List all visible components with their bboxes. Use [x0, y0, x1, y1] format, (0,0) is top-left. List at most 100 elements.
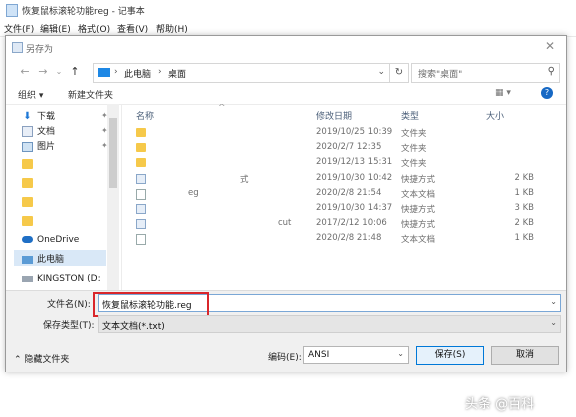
- table-row[interactable]: 2020/2/7 12:35 文件夹: [122, 141, 562, 154]
- computer-icon: [98, 68, 110, 77]
- drive-icon: [22, 275, 33, 282]
- help-icon[interactable]: ?: [541, 87, 553, 99]
- organize-button[interactable]: 组织 ▾: [18, 88, 43, 101]
- cell-type: 文件夹: [401, 159, 427, 170]
- hide-folders-toggle[interactable]: ⌃ 隐藏文件夹: [14, 352, 69, 365]
- sidebar-item-folder[interactable]: [22, 216, 37, 230]
- cell-name: 式: [240, 174, 249, 185]
- cell-type: 快捷方式: [401, 205, 436, 215]
- cell-name: eg: [188, 187, 199, 198]
- back-arrow-icon[interactable]: ←: [18, 65, 32, 79]
- encoding-select[interactable]: ANSI ⌄: [303, 346, 409, 364]
- chevron-up-icon: ⌃: [14, 355, 25, 365]
- cell-size: 2 KB: [514, 218, 534, 229]
- sidebar-item-documents[interactable]: 文档: [22, 124, 55, 138]
- shortcut-icon: [136, 204, 146, 214]
- cell-size: 1 KB: [514, 187, 534, 198]
- column-name[interactable]: 名称: [136, 109, 154, 122]
- folder-icon: [22, 216, 33, 226]
- picture-icon: [22, 141, 33, 152]
- folder-icon: [136, 128, 146, 137]
- table-row[interactable]: 2019/10/25 10:39 文件夹: [122, 126, 562, 139]
- cell-date: 2020/2/7 12:35: [316, 142, 382, 153]
- highlight-box: [93, 292, 209, 317]
- address-segment-desktop[interactable]: 桌面: [168, 67, 186, 80]
- sidebar-item-downloads[interactable]: ⬇ 下载: [22, 109, 55, 123]
- menu-view[interactable]: 查看(V): [117, 22, 148, 35]
- chevron-down-icon[interactable]: ⌄: [550, 297, 557, 306]
- save-as-dialog: 另存为 ✕ ← → ⌄ ↑ › 此电脑 › 桌面 ⌄ ↻ 搜索"桌面" ⚲ 组织…: [5, 35, 567, 372]
- menu-edit[interactable]: 编辑(E): [40, 22, 71, 35]
- menu-help[interactable]: 帮助(H): [156, 22, 188, 35]
- cell-type: 快捷方式: [401, 174, 436, 185]
- recent-chevron-down-icon[interactable]: ⌄: [52, 65, 66, 79]
- folder-icon: [22, 197, 33, 207]
- text-file-icon: [136, 234, 146, 246]
- cell-date: 2017/2/12 10:06: [316, 218, 387, 229]
- cell-date: 2019/10/25 10:39: [316, 127, 393, 137]
- cell-date: 2020/2/8 21:48: [316, 233, 382, 244]
- address-bar[interactable]: › 此电脑 › 桌面 ⌄: [93, 63, 390, 83]
- sidebar-item-kingston[interactable]: KINGSTON (D:: [22, 274, 101, 288]
- cell-date: 2019/12/13 15:31: [316, 157, 393, 168]
- sidebar-item-onedrive[interactable]: OneDrive: [22, 235, 79, 249]
- computer-icon: [22, 255, 33, 264]
- cell-size: 2 KB: [514, 172, 534, 183]
- search-input[interactable]: 搜索"桌面" ⚲: [411, 63, 560, 83]
- forward-arrow-icon[interactable]: →: [36, 65, 50, 79]
- menu-format[interactable]: 格式(O): [78, 22, 110, 35]
- folder-icon: [136, 143, 146, 153]
- new-folder-button[interactable]: 新建文件夹: [68, 88, 113, 101]
- chevron-down-icon[interactable]: ⌄: [550, 318, 557, 327]
- navigation-bar: ← → ⌄ ↑ › 此电脑 › 桌面 ⌄ ↻ 搜索"桌面" ⚲: [6, 58, 566, 84]
- column-size[interactable]: 大小: [486, 109, 504, 122]
- cell-date: 2019/10/30 14:37: [316, 203, 393, 213]
- address-chevron-icon: ›: [114, 67, 118, 77]
- encoding-value: ANSI: [308, 350, 330, 360]
- cell-size: 3 KB: [514, 203, 534, 213]
- dialog-titlebar: 另存为 ✕: [6, 36, 566, 58]
- cell-date: 2019/10/30 10:42: [316, 172, 393, 183]
- watermark: 头条 @百科: [465, 397, 535, 412]
- address-dropdown-icon[interactable]: ⌄: [377, 67, 385, 77]
- sidebar-item-folder[interactable]: [22, 197, 37, 211]
- close-icon[interactable]: ✕: [543, 39, 557, 53]
- sidebar-item-pictures[interactable]: 图片: [22, 139, 55, 153]
- sort-up-icon: ^: [218, 104, 226, 113]
- sidebar-scrollbar-thumb[interactable]: [109, 118, 117, 188]
- cell-type: 文本文档: [401, 235, 436, 246]
- refresh-icon[interactable]: ↻: [389, 63, 409, 83]
- encoding-label: 编码(E):: [268, 353, 302, 363]
- table-row[interactable]: eg 2020/2/8 21:54 文本文档 1 KB: [122, 187, 562, 200]
- cell-type: 文件夹: [401, 144, 427, 155]
- column-date[interactable]: 修改日期: [316, 109, 352, 122]
- sidebar-item-folder[interactable]: [22, 159, 37, 173]
- up-arrow-icon[interactable]: ↑: [68, 65, 82, 79]
- cell-size: 1 KB: [514, 233, 534, 244]
- dialog-title: 另存为: [26, 45, 54, 55]
- filetype-select[interactable]: 文本文档(*.txt) ⌄: [98, 315, 561, 333]
- address-segment-this-pc[interactable]: 此电脑: [124, 67, 151, 80]
- table-row[interactable]: cut 2017/2/12 10:06 快捷方式 2 KB: [122, 217, 562, 230]
- column-type[interactable]: 类型: [401, 109, 419, 122]
- dialog-app-icon: [12, 42, 23, 53]
- notepad-menubar: 文件(F) 编辑(E) 格式(O) 查看(V) 帮助(H): [0, 20, 576, 36]
- table-row[interactable]: 式 2019/10/30 10:42 快捷方式 2 KB: [122, 172, 562, 185]
- file-list: 名称 ^ 修改日期 类型 大小 2019/10/25 10:39 文件夹 2020/…: [122, 104, 562, 297]
- table-row[interactable]: 2019/12/13 15:31 文件夹: [122, 156, 562, 169]
- table-row[interactable]: 2020/2/8 21:48 文本文档 1 KB: [122, 232, 562, 246]
- sidebar-item-folder[interactable]: [22, 178, 37, 192]
- filetype-label: 保存类型(T):: [43, 321, 95, 331]
- file-list-header: 名称 ^ 修改日期 类型 大小: [122, 104, 562, 122]
- menu-file[interactable]: 文件(F): [4, 22, 34, 35]
- shortcut-icon: [136, 219, 146, 230]
- save-button[interactable]: 保存(S): [416, 346, 484, 365]
- search-placeholder: 搜索"桌面": [418, 70, 463, 80]
- table-row[interactable]: 2019/10/30 14:37 快捷方式 3 KB: [122, 202, 562, 215]
- folder-icon: [22, 159, 33, 169]
- cancel-button[interactable]: 取消: [491, 346, 559, 365]
- cloud-icon: [22, 236, 33, 243]
- notepad-app-icon: [6, 4, 18, 17]
- view-options-icon[interactable]: ▦ ▾: [495, 88, 511, 98]
- sidebar-item-this-pc[interactable]: 此电脑: [22, 252, 64, 266]
